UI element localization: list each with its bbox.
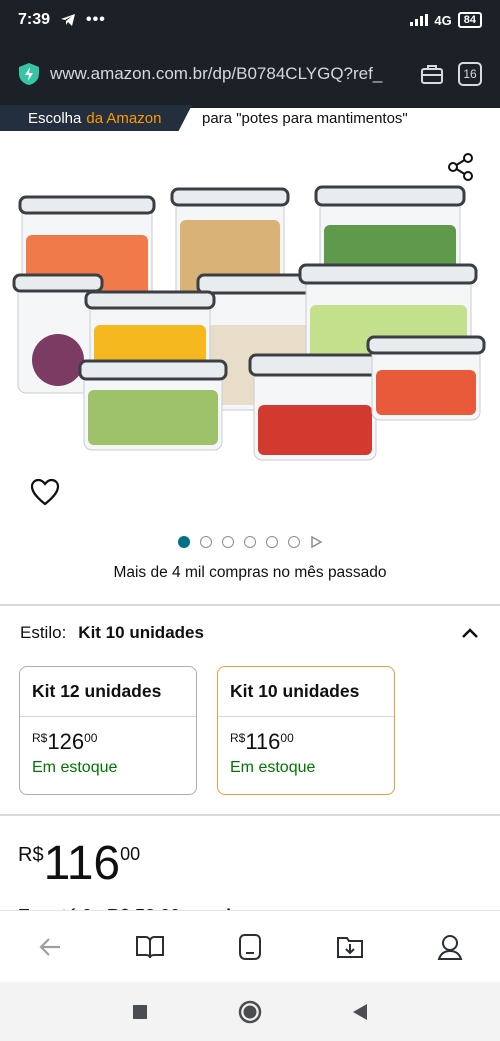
style-selector-header[interactable]: Estilo: Kit 10 unidades xyxy=(20,623,480,643)
recents-square-icon[interactable] xyxy=(132,1004,148,1020)
choice-query: para "potes para mantimentos" xyxy=(202,109,408,127)
tabs-count-button[interactable]: 16 xyxy=(458,62,482,86)
carousel-dots xyxy=(0,536,500,548)
profile-icon xyxy=(437,934,463,960)
carousel-dot[interactable] xyxy=(244,536,256,548)
home-tab-icon xyxy=(239,933,261,960)
status-bar: 7:39 ••• 4G 84 xyxy=(0,0,500,40)
status-time: 7:39 xyxy=(18,11,51,28)
carousel-dot[interactable] xyxy=(288,536,300,548)
downloads-button[interactable] xyxy=(332,929,368,965)
variant-price-cents: 00 xyxy=(280,731,294,745)
style-label: Estilo: xyxy=(20,623,67,642)
download-folder-icon xyxy=(337,936,363,958)
divider xyxy=(0,814,500,816)
telegram-icon xyxy=(61,14,76,26)
variant-stock: Em estoque xyxy=(230,759,316,776)
carousel-dot[interactable] xyxy=(200,536,212,548)
network-type: 4G xyxy=(434,12,452,28)
url-bar: www.amazon.com.br/dp/B0784CLYGQ?ref_ 16 xyxy=(0,40,500,108)
more-notifications-icon: ••• xyxy=(86,11,106,28)
status-left: 7:39 ••• xyxy=(18,11,106,29)
price-cents: 00 xyxy=(120,844,141,864)
battery-level: 84 xyxy=(463,14,476,26)
variant-stock: Em estoque xyxy=(32,759,118,776)
home-circle-icon[interactable] xyxy=(238,1000,262,1024)
carousel-dot[interactable] xyxy=(266,536,278,548)
heart-icon[interactable] xyxy=(30,478,60,506)
book-icon xyxy=(136,935,164,958)
variant-option-kit-12[interactable]: Kit 12 unidades R$ 126 00 Em estoque xyxy=(19,666,197,795)
divider xyxy=(0,604,500,606)
home-button[interactable] xyxy=(232,929,268,965)
variant-price-cents: 00 xyxy=(84,731,98,745)
variant-option-kit-10[interactable]: Kit 10 unidades R$ 116 00 Em estoque xyxy=(217,666,395,795)
variant-price-whole: 116 xyxy=(245,729,281,754)
system-nav-bar xyxy=(0,982,500,1041)
price-currency: R$ xyxy=(18,844,44,866)
signal-icon xyxy=(410,14,429,26)
variant-currency: R$ xyxy=(230,731,246,745)
main-price: R$ 116 00 xyxy=(18,838,140,890)
secure-shield-icon[interactable] xyxy=(18,62,40,86)
browser-bottom-nav xyxy=(0,910,500,982)
battery-icon: 84 xyxy=(457,12,482,28)
amazons-choice-row: Escolha da Amazon para "potes para mantim… xyxy=(0,104,500,132)
amazons-choice-badge[interactable]: Escolha da Amazon xyxy=(0,105,192,131)
back-triangle-icon[interactable] xyxy=(352,1003,368,1021)
bookmarks-button[interactable] xyxy=(132,929,168,965)
purchases-text: Mais de 4 mil compras no mês passado xyxy=(113,564,387,581)
style-value: Kit 10 unidades xyxy=(78,623,204,642)
variant-title: Kit 10 unidades xyxy=(218,667,394,717)
variant-title: Kit 12 unidades xyxy=(20,667,196,717)
status-right: 4G 84 xyxy=(410,12,482,28)
url-text[interactable]: www.amazon.com.br/dp/B0784CLYGQ?ref_ xyxy=(50,64,420,84)
container-tomatoes xyxy=(248,353,382,461)
video-play-icon[interactable] xyxy=(310,536,322,548)
container-shredded-carrot xyxy=(366,335,486,421)
carousel-dot[interactable] xyxy=(222,536,234,548)
container-grapes xyxy=(78,359,228,451)
variant-price-whole: 126 xyxy=(47,729,85,754)
variant-price: R$ 126 00 xyxy=(20,729,196,755)
variant-price: R$ 116 00 xyxy=(218,729,394,755)
variant-currency: R$ xyxy=(32,731,48,745)
choice-prefix: Escolha xyxy=(28,109,82,127)
chevron-up-icon[interactable] xyxy=(460,626,480,640)
briefcase-icon[interactable] xyxy=(420,63,444,85)
profile-button[interactable] xyxy=(432,929,468,965)
back-arrow-icon xyxy=(39,937,60,956)
carousel-dot[interactable] xyxy=(178,536,190,548)
back-button[interactable] xyxy=(32,929,68,965)
tabs-count: 16 xyxy=(463,67,477,81)
choice-accent: da Amazon xyxy=(86,109,162,127)
price-whole: 116 xyxy=(43,837,121,890)
product-image[interactable] xyxy=(10,175,490,465)
